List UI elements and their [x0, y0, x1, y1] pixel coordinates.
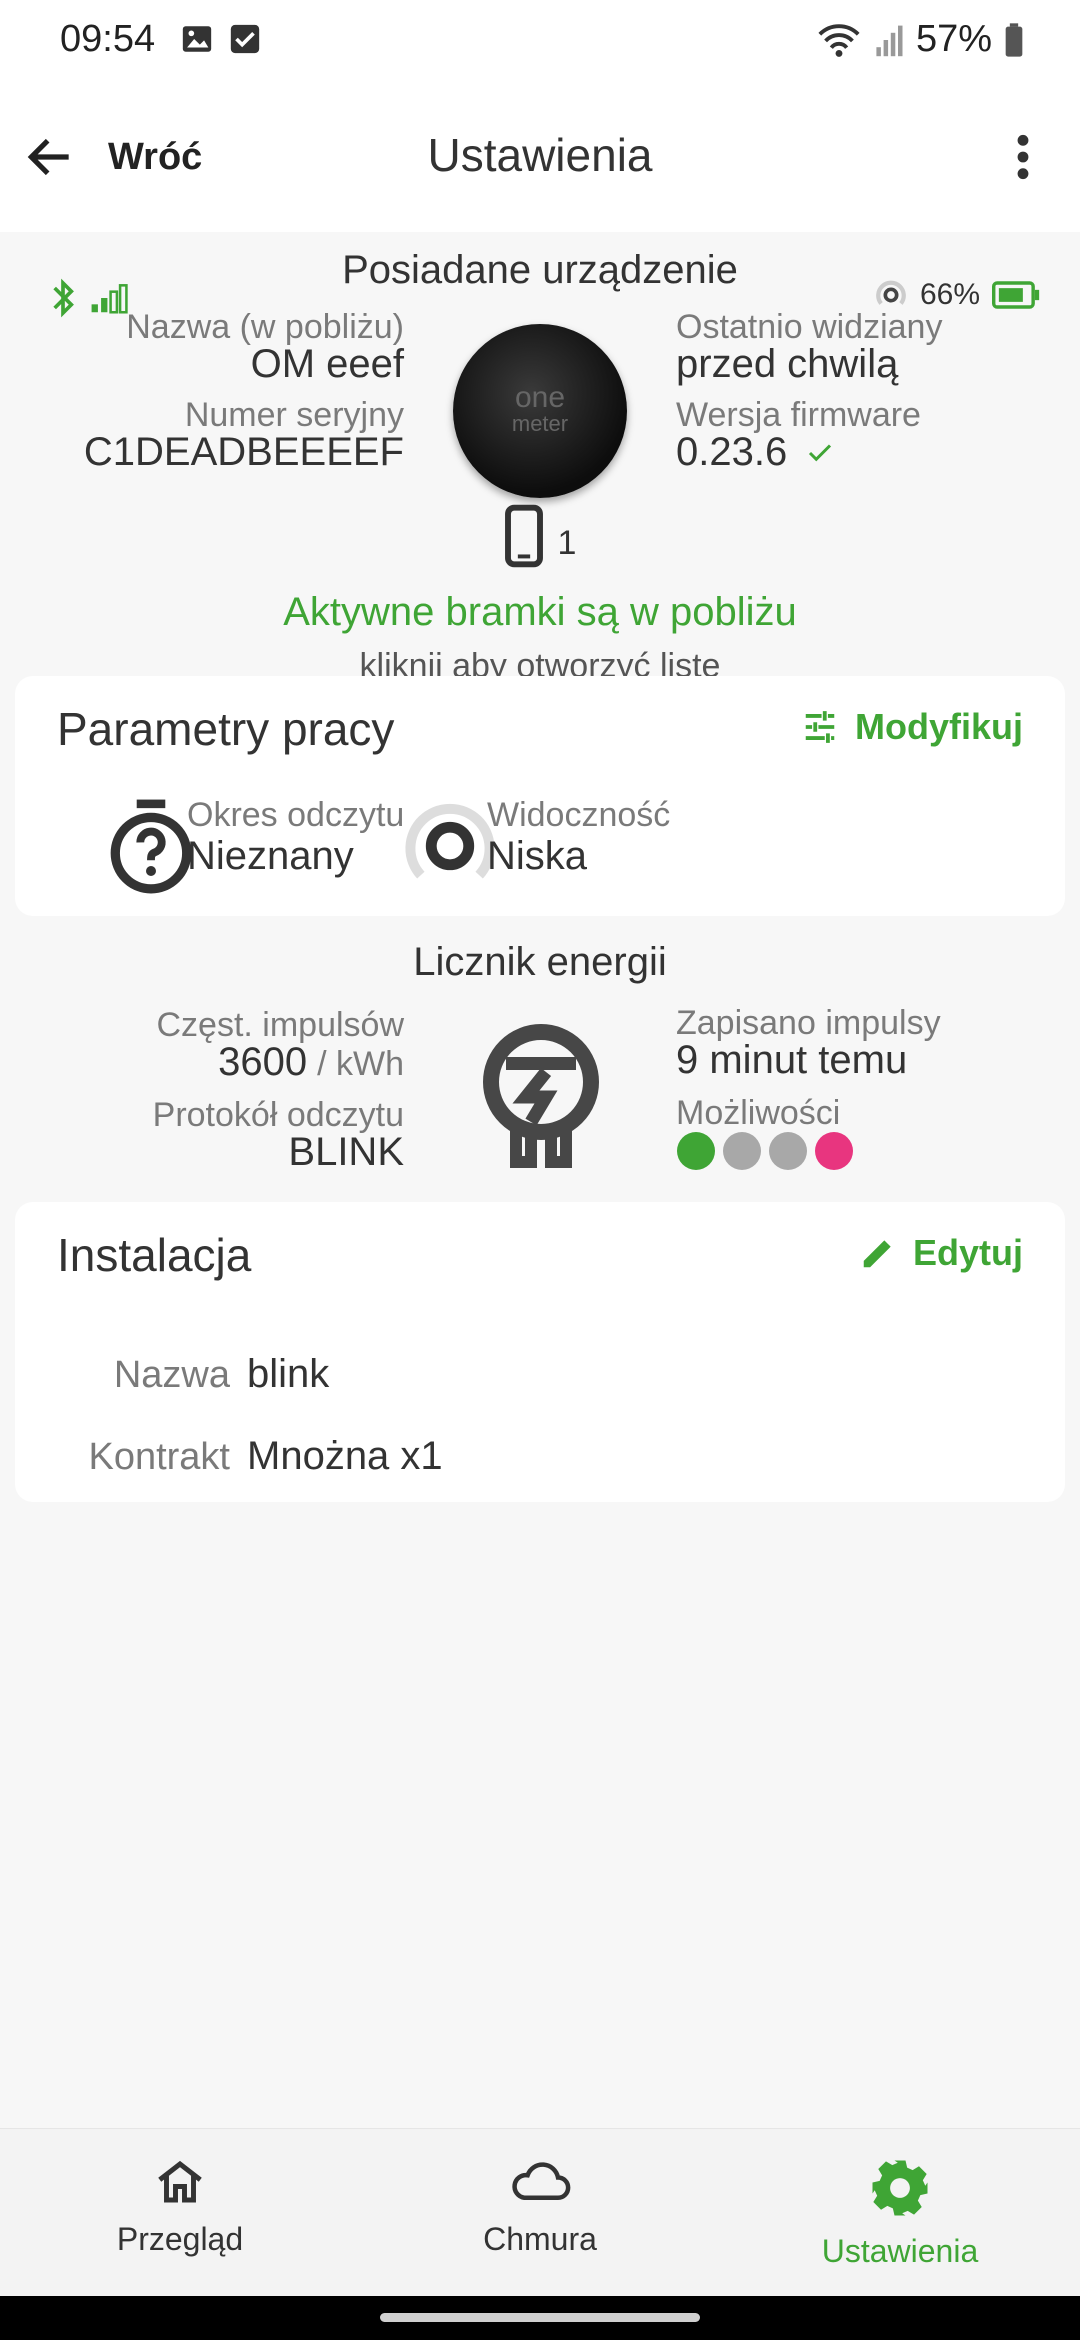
edit-label: Edytuj [912, 1232, 1023, 1273]
installation-name-value: blink [247, 1352, 330, 1396]
image-notification-icon [182, 26, 212, 52]
pencil-icon [863, 1240, 891, 1268]
device-logo-text-one: one [514, 381, 566, 414]
tune-icon [805, 711, 835, 743]
pulse-frequency-value: 3600 [218, 1040, 308, 1084]
read-protocol-value: BLINK [288, 1130, 404, 1174]
installation-name-label: Nazwa [113, 1354, 230, 1396]
status-bar: 09:54 57% [0, 0, 1080, 82]
device-image: one meter [453, 324, 627, 498]
battery-icon [1005, 22, 1023, 57]
gear-icon [872, 2160, 928, 2216]
home-gesture-pill[interactable] [380, 2313, 700, 2322]
visibility-label: Widoczność [487, 796, 671, 834]
read-period-value: Nieznany [187, 834, 354, 878]
serial-number-value: C1DEADBEEEEF [83, 430, 404, 474]
status-notification-icons [180, 22, 262, 56]
read-period-label: Okres odczytu [187, 796, 405, 834]
gateway-count: 1 [557, 523, 577, 562]
contract-label: Kontrakt [88, 1436, 230, 1478]
status-time: 09:54 [60, 18, 156, 60]
capability-dot [769, 1132, 807, 1170]
installation-title: Instalacja [57, 1229, 252, 1281]
saved-pulses-value: 9 minut temu [676, 1038, 908, 1082]
energy-meter-icon [483, 1024, 599, 1168]
capability-dot [815, 1132, 853, 1170]
modify-button[interactable]: Modyfikuj [801, 706, 1023, 748]
device-section-title: Posiadane urządzenie [342, 248, 738, 292]
capabilities-label: Możliwości [676, 1094, 841, 1132]
firmware-value: 0.23.6 [676, 430, 788, 474]
nav-label-settings: Ustawienia [821, 2233, 979, 2269]
gateways-status: Aktywne bramki są w pobliżu [283, 590, 797, 634]
modify-label: Modyfikuj [855, 706, 1023, 747]
installation-card: Instalacja Edytuj Nazwa blink Kontrakt M… [15, 1202, 1065, 1502]
last-seen-value: przed chwilą [676, 342, 899, 386]
checkbox-notification-icon [230, 24, 260, 54]
status-battery-percent: 57% [915, 18, 992, 60]
edit-button[interactable]: Edytuj [859, 1232, 1023, 1274]
phone-icon [504, 504, 543, 568]
app-bar: Wróć Ustawienia [0, 82, 1080, 232]
work-params-title: Parametry pracy [57, 703, 395, 755]
capability-dot [677, 1132, 715, 1170]
pulse-frequency-unit: / kWh [317, 1045, 404, 1083]
page-title: Ustawienia [427, 129, 653, 181]
home-icon [158, 2160, 202, 2203]
timer-help-icon [110, 799, 192, 894]
nav-item-overview[interactable]: Przegląd [0, 2129, 360, 2296]
cell-signal-icon [876, 25, 903, 56]
nav-item-settings[interactable]: Ustawienia [720, 2129, 1080, 2296]
gateways-block[interactable]: 1 Aktywne bramki są w pobliżu kliknij ab… [0, 504, 1080, 686]
cloud-icon [512, 2162, 571, 2200]
more-vert-icon [1017, 134, 1029, 180]
capability-dot [723, 1132, 761, 1170]
gesture-navigation-bar [0, 2296, 1080, 2340]
contract-value: Mnożna x1 [247, 1434, 443, 1478]
firmware-value-row: 0.23.6 [676, 430, 835, 475]
check-icon [809, 443, 832, 461]
status-system-icons: 57% [816, 18, 1024, 61]
wifi-icon [818, 23, 860, 57]
device-name-value: OM eeef [250, 342, 404, 386]
settings-content[interactable]: 66% Posiadane urządzenie Nazwa (w pobliż… [0, 232, 1080, 2128]
device-logo-text-meter: meter [511, 411, 569, 436]
work-params-card: Parametry pracy Modyfikuj Okres odczytu … [15, 676, 1065, 916]
visibility-value: Niska [487, 834, 588, 878]
pulse-frequency-row: 3600 / kWh [218, 1040, 404, 1085]
nav-item-cloud[interactable]: Chmura [360, 2129, 720, 2296]
nav-label-overview: Przegląd [116, 2221, 244, 2257]
overflow-menu-button[interactable] [988, 122, 1058, 192]
energy-meter-title: Licznik energii [413, 940, 667, 984]
nav-label-cloud: Chmura [483, 2221, 597, 2257]
capabilities-indicators [677, 1132, 853, 1170]
bottom-navigation: Przegląd Chmura Ustawienia [0, 2128, 1080, 2296]
